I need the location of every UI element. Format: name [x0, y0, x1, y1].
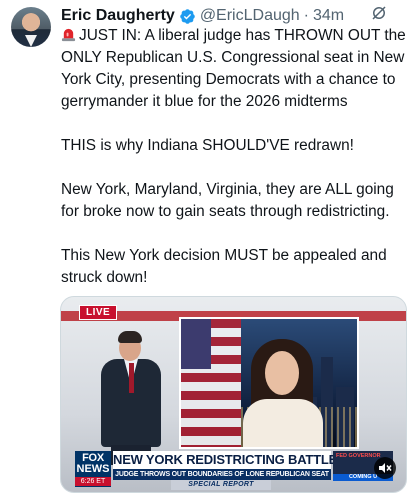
- chyron-headline: NEW YORK REDISTRICTING BATTLE: [113, 452, 338, 467]
- live-badge: LIVE: [79, 305, 118, 320]
- anchor-hair: [118, 331, 142, 343]
- flag-canton: [181, 319, 211, 369]
- post-paragraph: New York, Maryland, Virginia, they are A…: [61, 181, 394, 220]
- post-paragraph: THIS is why Indiana SHOULD'VE redrawn!: [61, 137, 354, 154]
- studio-screen: [179, 317, 359, 449]
- video-thumbnail[interactable]: LIVE FOX NEWS 6:26 ET NEW YORK REDISTRIC…: [60, 296, 407, 493]
- broadcast-clock: 6:26 ET: [75, 477, 111, 486]
- post-time[interactable]: 34m: [313, 7, 344, 25]
- post-paragraph: JUST IN: A liberal judge has THROWN OUT …: [61, 25, 415, 113]
- network-logo: FOX NEWS 6:26 ET: [75, 451, 111, 487]
- guest-face: [265, 351, 299, 395]
- post-text: JUST IN: A liberal judge has THROWN OUT …: [61, 25, 415, 289]
- special-report-label: SPECIAL REPORT: [171, 480, 271, 490]
- chyron-subhead: JUDGE THROWS OUT BOUNDARIES OF LONE REPU…: [113, 469, 331, 480]
- separator-dot: ·: [303, 7, 309, 24]
- anchor-tie: [129, 363, 134, 393]
- post-paragraph-text: JUST IN: A liberal judge has THROWN OUT …: [61, 27, 406, 110]
- author-name[interactable]: Eric Daugherty: [61, 7, 175, 25]
- grok-icon[interactable]: [370, 4, 388, 22]
- network-logo-line2: NEWS: [76, 463, 110, 475]
- speaker-muted-icon[interactable]: [374, 457, 396, 479]
- post-paragraph: This New York decision MUST be appealed …: [61, 247, 387, 286]
- author-handle[interactable]: @EricLDaugh: [200, 7, 300, 25]
- avatar-collar: [25, 35, 37, 47]
- guest-body: [243, 399, 323, 447]
- avatar[interactable]: [11, 7, 51, 47]
- verified-badge-icon: [180, 8, 195, 24]
- rotating-light-icon: [61, 28, 76, 42]
- lower-third: FOX NEWS 6:26 ET NEW YORK REDISTRICTING …: [61, 449, 406, 492]
- post-header: Eric Daugherty @EricLDaugh · 34m: [61, 5, 408, 27]
